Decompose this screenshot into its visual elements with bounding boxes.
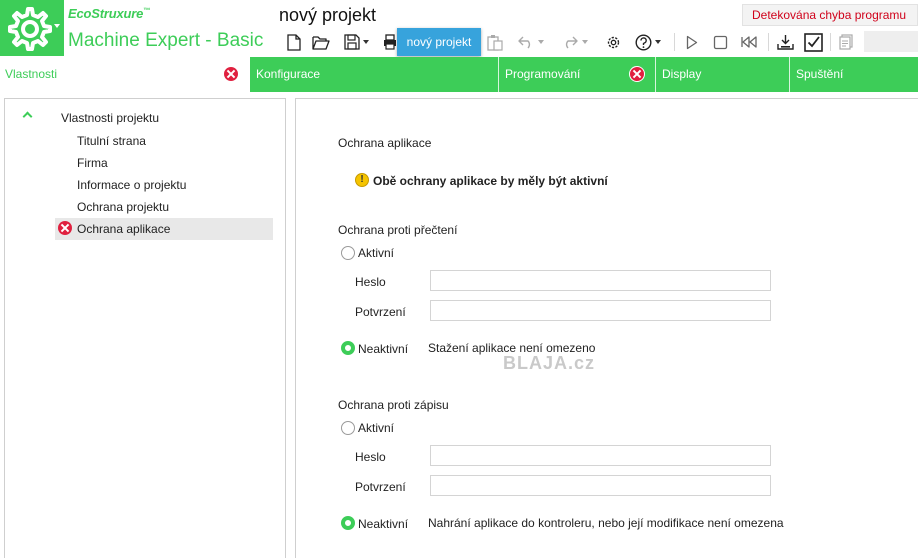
open-folder-icon bbox=[312, 35, 330, 50]
warning-message: Obě ochrany aplikace by měly být aktivní bbox=[373, 174, 608, 188]
read-confirm-input[interactable] bbox=[430, 300, 771, 321]
read-confirm-label: Potvrzení bbox=[355, 305, 406, 319]
product-name: Machine Expert - Basic bbox=[68, 30, 264, 51]
tab-label: Programování bbox=[505, 67, 581, 81]
write-password-input[interactable] bbox=[430, 445, 771, 466]
download-icon bbox=[776, 35, 794, 50]
error-icon bbox=[629, 66, 645, 82]
program-error-status[interactable]: Detekována chyba programu bbox=[742, 4, 918, 26]
write-protection-title: Ochrana proti zápisu bbox=[338, 398, 449, 412]
project-name-tooltip: nový projekt bbox=[397, 28, 481, 56]
start-simulator-button[interactable] bbox=[682, 30, 702, 54]
section-title: Ochrana aplikace bbox=[338, 136, 432, 150]
tree-item-label: Titulní strana bbox=[77, 134, 146, 148]
write-confirm-input[interactable] bbox=[430, 475, 771, 496]
tree-item-label: Firma bbox=[77, 156, 108, 170]
tree-item-ochrana-projektu[interactable]: Ochrana projektu bbox=[55, 196, 273, 218]
rewind-button[interactable] bbox=[738, 30, 760, 54]
tree-item-label: Ochrana projektu bbox=[77, 200, 170, 214]
undo-icon bbox=[517, 36, 530, 49]
tree-item-label: Ochrana aplikace bbox=[77, 222, 171, 236]
watermark: BLAJA.cz bbox=[503, 353, 596, 373]
gear-logo-icon bbox=[8, 7, 52, 51]
chevron-down-icon bbox=[581, 40, 588, 44]
chevron-down-icon bbox=[362, 40, 369, 44]
paste-icon bbox=[487, 34, 503, 51]
chevron-down-icon bbox=[54, 24, 60, 28]
tab-display[interactable]: Display bbox=[656, 57, 789, 92]
toolbar-separator bbox=[830, 33, 831, 51]
download-button[interactable] bbox=[774, 30, 796, 54]
print-button[interactable] bbox=[382, 30, 398, 54]
write-password-label: Heslo bbox=[355, 450, 386, 464]
app-menu-button[interactable] bbox=[0, 0, 64, 56]
properties-tree: Vlastnosti projektu Titulní strana Firma… bbox=[4, 98, 286, 558]
help-button[interactable] bbox=[630, 30, 666, 54]
main-tabs: Vlastnosti Konfigurace Programování Disp… bbox=[0, 57, 918, 92]
tab-label: Spuštění bbox=[796, 67, 844, 81]
report-icon bbox=[839, 34, 853, 50]
print-icon bbox=[384, 34, 396, 50]
stop-icon bbox=[713, 35, 727, 49]
write-protection-description: Nahrání aplikace do kontroleru, nebo jej… bbox=[428, 516, 784, 530]
report-button[interactable] bbox=[836, 30, 856, 54]
tab-vlastnosti[interactable]: Vlastnosti bbox=[0, 57, 250, 92]
error-icon bbox=[223, 66, 239, 82]
chevron-down-icon bbox=[655, 40, 661, 44]
application-protection-panel: Ochrana aplikace ! Obě ochrany aplikace … bbox=[295, 98, 918, 558]
tree-item-firma[interactable]: Firma bbox=[55, 152, 273, 174]
tree-item-label: Informace o projektu bbox=[77, 178, 187, 192]
chevron-up-icon[interactable] bbox=[22, 111, 33, 122]
toolbar bbox=[282, 30, 918, 54]
tree-item-informace-o-projektu[interactable]: Informace o projektu bbox=[55, 174, 273, 196]
tree-item-ochrana-aplikace[interactable]: Ochrana aplikace bbox=[55, 218, 273, 240]
check-button[interactable] bbox=[802, 30, 824, 54]
redo-button[interactable] bbox=[556, 30, 592, 54]
settings-button[interactable] bbox=[602, 30, 624, 54]
new-file-icon bbox=[287, 33, 301, 51]
write-protection-active-label: Aktivní bbox=[358, 421, 395, 435]
tab-label: Display bbox=[662, 67, 702, 81]
stop-button[interactable] bbox=[710, 30, 730, 54]
read-password-label: Heslo bbox=[355, 275, 386, 289]
brand-logo: EcoStruxure™ bbox=[68, 6, 150, 21]
save-icon bbox=[343, 34, 360, 50]
tree-root-project-properties[interactable]: Vlastnosti projektu bbox=[61, 111, 159, 125]
new-file-button[interactable] bbox=[284, 30, 304, 54]
toolbar-separator bbox=[674, 33, 675, 51]
tab-label: Konfigurace bbox=[256, 67, 321, 81]
write-protection-inactive-label: Neaktivní bbox=[358, 517, 409, 531]
write-protection-inactive-radio[interactable] bbox=[341, 516, 355, 530]
tab-label: Vlastnosti bbox=[5, 67, 58, 81]
read-protection-title: Ochrana proti přečtení bbox=[338, 223, 458, 237]
project-title: nový projekt bbox=[279, 5, 377, 25]
read-protection-inactive-label: Neaktivní bbox=[358, 342, 409, 356]
paste-button[interactable] bbox=[484, 30, 506, 54]
chevron-down-icon bbox=[537, 40, 544, 44]
read-protection-active-radio[interactable] bbox=[341, 246, 355, 260]
write-protection-active-radio[interactable] bbox=[341, 421, 355, 435]
warning-icon: ! bbox=[355, 173, 369, 187]
undo-button[interactable] bbox=[512, 30, 548, 54]
read-protection-active-label: Aktivní bbox=[358, 246, 395, 260]
open-button[interactable] bbox=[310, 30, 332, 54]
tab-konfigurace[interactable]: Konfigurace bbox=[250, 57, 498, 92]
tab-spusteni[interactable]: Spuštění bbox=[790, 57, 918, 92]
checkbox-icon bbox=[803, 32, 823, 52]
read-protection-inactive-radio[interactable] bbox=[341, 341, 355, 355]
save-button[interactable] bbox=[338, 30, 374, 54]
redo-icon bbox=[565, 36, 578, 49]
read-password-input[interactable] bbox=[430, 270, 771, 291]
write-confirm-label: Potvrzení bbox=[355, 480, 406, 494]
rewind-icon bbox=[741, 36, 757, 48]
toolbar-field[interactable] bbox=[864, 31, 918, 52]
settings-icon bbox=[607, 36, 619, 48]
play-icon bbox=[686, 35, 698, 49]
help-icon bbox=[635, 33, 652, 51]
toolbar-separator bbox=[768, 33, 769, 51]
error-icon bbox=[58, 221, 72, 235]
tree-item-titulni-strana[interactable]: Titulní strana bbox=[55, 130, 273, 152]
